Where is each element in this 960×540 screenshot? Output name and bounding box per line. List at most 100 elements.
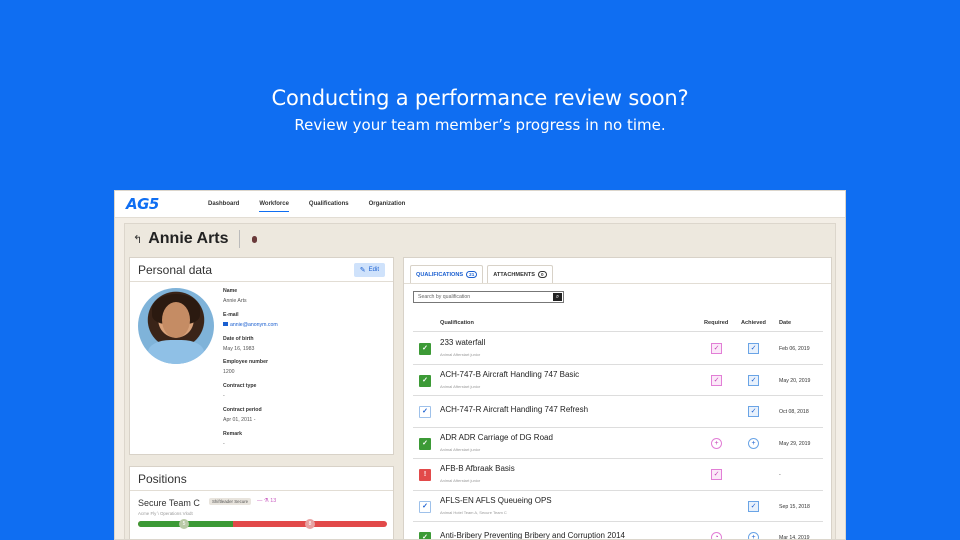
progress-marker: 8 — [305, 519, 315, 529]
hero: Conducting a performance review soon? Re… — [0, 86, 960, 134]
qualification-name[interactable]: Anti-Bribery Preventing Bribery and Corr… — [440, 531, 625, 539]
achieved-cross-icon: + — [748, 532, 759, 539]
email-link[interactable]: annie@anonym.com — [223, 322, 278, 328]
status-ok-icon[interactable]: ✓ — [419, 532, 431, 539]
qualification-name[interactable]: ADR ADR Carriage of DG Road — [440, 433, 553, 442]
search-input[interactable]: Search by qualification ⌕ — [413, 291, 564, 303]
nav-workforce[interactable]: Workforce — [259, 197, 289, 212]
hero-subtitle: Review your team member’s progress in no… — [294, 116, 666, 134]
required-cross-icon: + — [711, 437, 722, 449]
edit-label: Edit — [368, 266, 379, 273]
table-row[interactable]: ✓ Anti-Bribery Preventing Bribery and Cor… — [413, 522, 823, 539]
col-required[interactable]: Required — [704, 320, 728, 326]
tab-label: QUALIFICATIONS — [416, 271, 464, 278]
edit-button[interactable]: ✎ Edit — [353, 262, 385, 277]
app-window: AG5 Dashboard Workforce Qualifications O… — [114, 190, 846, 540]
qualification-subtitle: Animal Afterstart junior — [440, 446, 481, 452]
required-check-icon: ✓ — [711, 343, 722, 354]
search-icon[interactable]: ⌕ — [553, 293, 562, 301]
achieved-cross-icon: + — [748, 437, 759, 449]
avatar — [138, 288, 214, 364]
table-row[interactable]: ✓ ACH-747-B Aircraft Handling 747 Basic An… — [413, 365, 823, 396]
field-value: - — [223, 440, 225, 447]
tab-attachments[interactable]: ATTACHMENTS 0 — [487, 265, 553, 283]
top-nav: AG5 Dashboard Workforce Qualifications O… — [115, 191, 845, 218]
qualifications-card: QUALIFICATIONS 21 ATTACHMENTS 0 Search b… — [403, 257, 832, 539]
qualification-name[interactable]: ACH-747-B Aircraft Handling 747 Basic — [440, 370, 579, 379]
employee-page: ↰ Annie Arts Personal data ✎ Edit Name A… — [124, 223, 836, 539]
avatar-body — [148, 340, 204, 364]
nav-dashboard[interactable]: Dashboard — [208, 197, 239, 211]
status-ok-icon[interactable]: ✓ — [419, 374, 431, 387]
pencil-icon: ✎ — [359, 266, 366, 274]
qualification-subtitle: Animal Afterstart junior — [440, 352, 481, 357]
qualification-name[interactable]: ACH-747-R Aircraft Handling 747 Refresh — [440, 405, 588, 414]
field-value: May 16, 1983 — [223, 345, 255, 352]
field-label: Name — [223, 288, 238, 294]
qualification-subtitle: Animal Hotel Team A, Secure Team C — [440, 509, 507, 515]
field-label: Employee number — [223, 359, 268, 366]
status-pending-icon[interactable]: ✓ — [419, 500, 431, 513]
qualification-date: May 20, 2019 — [779, 377, 811, 384]
nav-qualifications[interactable]: Qualifications — [309, 197, 349, 211]
field-value: Apr 01, 2011 - — [223, 416, 256, 423]
table-header: Qualification Required Achieved Date — [413, 314, 823, 332]
table-row[interactable]: ✓ ACH-747-R Aircraft Handling 747 Refresh… — [413, 396, 823, 428]
qualification-date: May 29, 2019 — [779, 440, 811, 447]
field-label: Remark — [223, 430, 243, 437]
positions-card: Positions Secure Team C Shiftleader Secu… — [129, 466, 394, 539]
position-subtitle: Acme Fly \ Operations Vlodt — [138, 511, 193, 516]
achieved-check-icon: ✓ — [748, 374, 759, 386]
table-row[interactable]: ✓ 233 waterfall Animal Afterstart junior ✓ ✓… — [413, 333, 823, 365]
status-ok-icon[interactable]: ✓ — [419, 437, 431, 450]
tab-qualifications[interactable]: QUALIFICATIONS 21 — [410, 265, 484, 283]
nav-organization[interactable]: Organization — [369, 197, 406, 211]
col-date[interactable]: Date — [779, 320, 791, 326]
field-label: Contract period — [223, 406, 262, 413]
table-row[interactable]: ✓ ADR ADR Carriage of DG Road Animal After… — [413, 428, 823, 459]
col-achieved[interactable]: Achieved — [741, 320, 766, 326]
field-label: E-mail — [223, 311, 239, 318]
required-check-icon: ✓ — [711, 469, 722, 480]
back-arrow-icon[interactable]: ↰ — [133, 233, 142, 246]
status-ok-icon[interactable]: ✓ — [419, 343, 431, 355]
required-check-icon: ✓ — [711, 374, 722, 386]
table-row[interactable]: ! AFB-B Afbraak Basis Animal Afterstart ju… — [413, 459, 823, 491]
qualification-name[interactable]: AFLS-EN AFLS Queueing OPS — [440, 496, 552, 505]
qualification-name[interactable]: 233 waterfall — [440, 338, 485, 347]
qualification-date: - — [779, 472, 781, 478]
tab-badge: 0 — [538, 271, 547, 278]
required-pie-icon: ◔ — [711, 532, 722, 539]
position-progress — [138, 521, 387, 527]
qualification-subtitle: Animal Afterstart junior — [440, 478, 481, 483]
achieved-check-icon: ✓ — [748, 406, 759, 417]
table-row[interactable]: ✓ AFLS-EN AFLS Queueing OPS Animal Hotel T… — [413, 491, 823, 522]
personal-data-card: Personal data ✎ Edit Name Annie Arts E-m… — [129, 257, 394, 455]
position-name[interactable]: Secure Team C — [138, 498, 200, 508]
qualification-subtitle: Animal Afterstart junior — [440, 383, 481, 389]
col-qualification[interactable]: Qualification — [440, 320, 474, 326]
field-value: 1200 — [223, 369, 235, 376]
logo[interactable]: AG5 — [126, 195, 208, 213]
status-err-icon[interactable]: ! — [419, 469, 431, 481]
title-row: ↰ Annie Arts — [133, 227, 257, 251]
qualification-date: Feb 06, 2019 — [779, 346, 810, 352]
tab-label: ATTACHMENTS — [493, 271, 536, 278]
card-title: Positions — [138, 471, 187, 486]
achieved-check-icon: ✓ — [748, 343, 759, 354]
search-placeholder: Search by qualification — [418, 294, 471, 300]
qualification-name[interactable]: AFB-B Afbraak Basis — [440, 464, 515, 473]
achieved-check-icon: ✓ — [748, 500, 759, 512]
tabs: QUALIFICATIONS 21 ATTACHMENTS 0 — [404, 258, 831, 284]
position-tag: Shiftleader Secure — [209, 498, 252, 505]
mail-icon — [223, 322, 228, 327]
status-pending-icon[interactable]: ✓ — [419, 406, 431, 418]
field-label: Contract type — [223, 383, 257, 390]
qualification-date: Oct 08, 2018 — [779, 409, 809, 415]
bug-icon[interactable] — [251, 235, 257, 243]
card-header: Personal data ✎ Edit — [130, 258, 393, 282]
count-value: 13 — [270, 498, 277, 504]
position-count: — ⚗ 13 — [257, 498, 277, 504]
personal-fields: Name Annie Arts E-mail annie@anonym.com … — [223, 288, 278, 455]
avatar-face — [162, 302, 190, 338]
